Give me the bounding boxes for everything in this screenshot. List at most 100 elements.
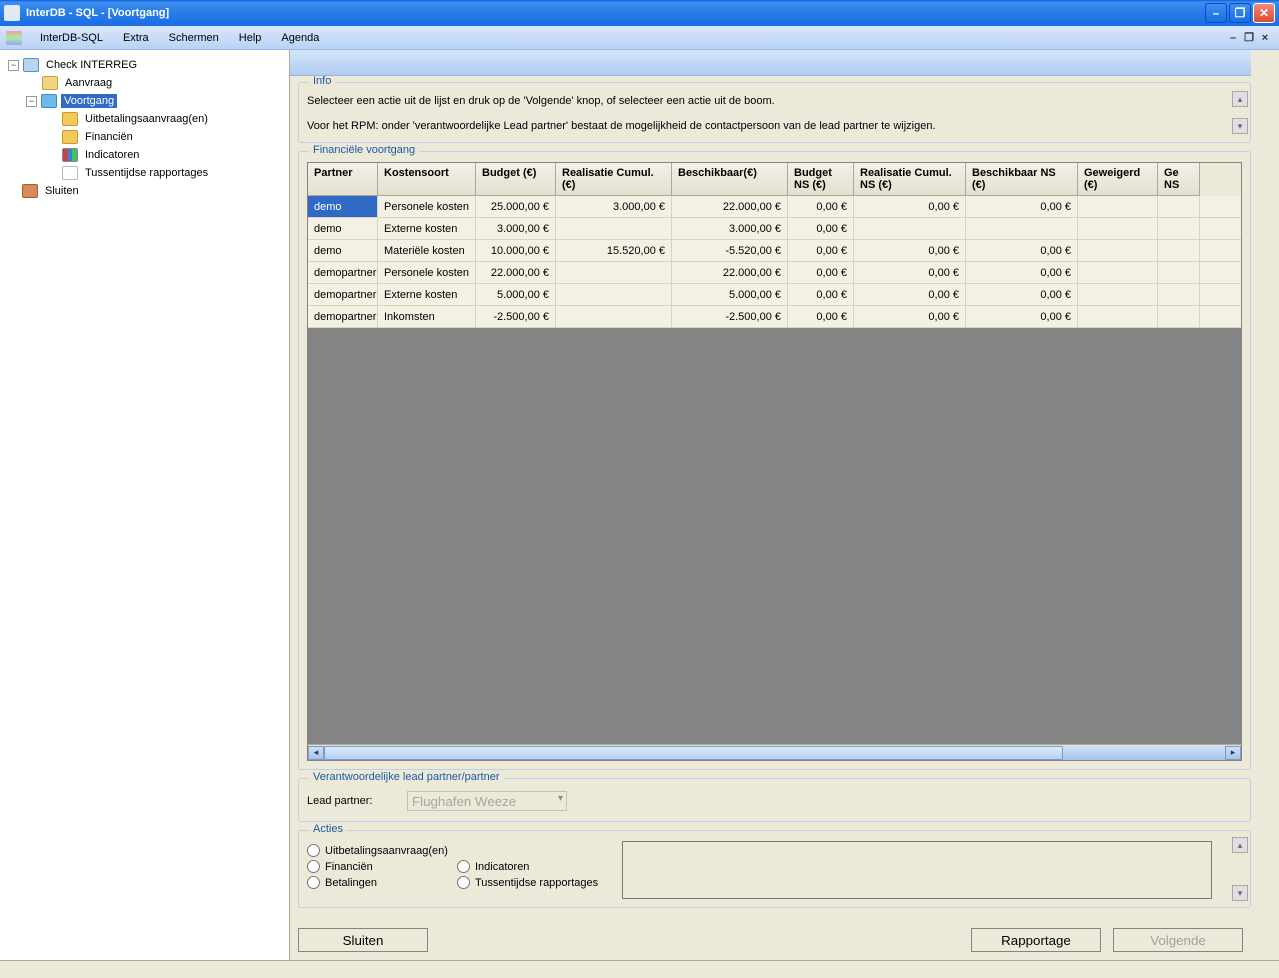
table-cell[interactable]	[1158, 240, 1200, 261]
menu-interdbsql[interactable]: InterDB-SQL	[30, 29, 113, 47]
table-cell[interactable]	[1078, 240, 1158, 261]
tree-node-uitbetaling[interactable]: Uitbetalingsaanvraag(en)	[4, 110, 285, 128]
table-cell[interactable]: demopartner	[308, 262, 378, 283]
tree-node-financien[interactable]: Financiën	[4, 128, 285, 146]
table-cell[interactable]	[556, 262, 672, 283]
scroll-up-icon[interactable]: ▴	[1232, 91, 1248, 107]
table-cell[interactable]: 0,00 €	[788, 262, 854, 283]
table-cell[interactable]: -5.520,00 €	[672, 240, 788, 261]
table-row[interactable]: demopartnerExterne kosten5.000,00 €5.000…	[308, 284, 1241, 306]
table-cell[interactable]: 22.000,00 €	[672, 196, 788, 217]
table-cell[interactable]: 0,00 €	[966, 196, 1078, 217]
table-cell[interactable]	[556, 218, 672, 239]
menu-help[interactable]: Help	[229, 29, 272, 47]
radio-input[interactable]	[307, 876, 320, 889]
scroll-up-icon[interactable]: ▴	[1232, 837, 1248, 853]
col-budget[interactable]: Budget (€)	[476, 163, 556, 196]
tree-node-rapportages[interactable]: Tussentijdse rapportages	[4, 164, 285, 182]
table-cell[interactable]	[1158, 306, 1200, 327]
radio-uitbetaling[interactable]: Uitbetalingsaanvraag(en)	[307, 844, 457, 857]
scroll-thumb[interactable]	[324, 746, 1063, 760]
table-cell[interactable]	[1158, 262, 1200, 283]
table-cell[interactable]	[1078, 196, 1158, 217]
tree-node-indicatoren[interactable]: Indicatoren	[4, 146, 285, 164]
table-cell[interactable]: 0,00 €	[854, 306, 966, 327]
sluiten-button[interactable]: Sluiten	[298, 928, 428, 952]
table-cell[interactable]	[1078, 284, 1158, 305]
table-cell[interactable]: 0,00 €	[966, 262, 1078, 283]
table-cell[interactable]: 0,00 €	[966, 284, 1078, 305]
table-cell[interactable]	[556, 284, 672, 305]
table-row[interactable]: demopartnerPersonele kosten22.000,00 €22…	[308, 262, 1241, 284]
grid-hscrollbar[interactable]: ◂ ▸	[308, 744, 1241, 760]
table-cell[interactable]: 0,00 €	[854, 284, 966, 305]
table-cell[interactable]: -2.500,00 €	[672, 306, 788, 327]
table-cell[interactable]: 0,00 €	[854, 196, 966, 217]
table-cell[interactable]	[854, 218, 966, 239]
radio-financien[interactable]: Financiën	[307, 860, 457, 873]
table-cell[interactable]: 0,00 €	[966, 306, 1078, 327]
table-cell[interactable]	[556, 306, 672, 327]
col-overflow[interactable]: Ge NS	[1158, 163, 1200, 196]
table-cell[interactable]: Materiële kosten	[378, 240, 476, 261]
table-cell[interactable]	[1158, 218, 1200, 239]
scroll-track[interactable]	[324, 746, 1225, 760]
window-minimize-button[interactable]: –	[1205, 3, 1227, 23]
tree-node-root[interactable]: − Check INTERREG	[4, 56, 285, 74]
table-row[interactable]: demoPersonele kosten25.000,00 €3.000,00 …	[308, 196, 1241, 218]
window-maximize-button[interactable]: ❐	[1229, 3, 1251, 23]
table-cell[interactable]: demopartner	[308, 284, 378, 305]
table-cell[interactable]: 5.000,00 €	[476, 284, 556, 305]
table-cell[interactable]: 0,00 €	[854, 240, 966, 261]
table-cell[interactable]: demo	[308, 196, 378, 217]
col-partner[interactable]: Partner	[308, 163, 378, 196]
table-cell[interactable]: 3.000,00 €	[672, 218, 788, 239]
scroll-left-icon[interactable]: ◂	[308, 746, 324, 760]
col-geweigerd[interactable]: Geweigerd (€)	[1078, 163, 1158, 196]
expander-icon[interactable]: −	[8, 60, 19, 71]
table-cell[interactable]: 0,00 €	[788, 196, 854, 217]
col-kostensoort[interactable]: Kostensoort	[378, 163, 476, 196]
table-cell[interactable]: 22.000,00 €	[476, 262, 556, 283]
table-cell[interactable]: Inkomsten	[378, 306, 476, 327]
table-cell[interactable]: 0,00 €	[788, 218, 854, 239]
col-realisatie-cumul-ns[interactable]: Realisatie Cumul. NS (€)	[854, 163, 966, 196]
table-cell[interactable]: demo	[308, 240, 378, 261]
col-realisatie-cumul[interactable]: Realisatie Cumul. (€)	[556, 163, 672, 196]
mdi-minimize[interactable]: –	[1225, 32, 1241, 44]
menu-agenda[interactable]: Agenda	[271, 29, 329, 47]
table-cell[interactable]: 15.520,00 €	[556, 240, 672, 261]
radio-input[interactable]	[457, 860, 470, 873]
info-scrollbar[interactable]: ▴ ▾	[1232, 91, 1248, 134]
table-cell[interactable]	[966, 218, 1078, 239]
table-cell[interactable]: 0,00 €	[788, 306, 854, 327]
table-cell[interactable]	[1078, 262, 1158, 283]
table-cell[interactable]: Personele kosten	[378, 262, 476, 283]
table-cell[interactable]: 3.000,00 €	[556, 196, 672, 217]
table-cell[interactable]	[1158, 196, 1200, 217]
col-beschikbaar[interactable]: Beschikbaar(€)	[672, 163, 788, 196]
scroll-right-icon[interactable]: ▸	[1225, 746, 1241, 760]
radio-input[interactable]	[307, 844, 320, 857]
col-beschikbaar-ns[interactable]: Beschikbaar NS (€)	[966, 163, 1078, 196]
table-cell[interactable]: 22.000,00 €	[672, 262, 788, 283]
table-row[interactable]: demoMateriële kosten10.000,00 €15.520,00…	[308, 240, 1241, 262]
scroll-down-icon[interactable]: ▾	[1232, 118, 1248, 134]
table-cell[interactable]: 3.000,00 €	[476, 218, 556, 239]
table-cell[interactable]: 0,00 €	[788, 284, 854, 305]
table-cell[interactable]: 0,00 €	[788, 240, 854, 261]
table-cell[interactable]: -2.500,00 €	[476, 306, 556, 327]
table-cell[interactable]: 25.000,00 €	[476, 196, 556, 217]
rapportage-button[interactable]: Rapportage	[971, 928, 1101, 952]
scroll-down-icon[interactable]: ▾	[1232, 885, 1248, 901]
navigation-tree[interactable]: − Check INTERREG Aanvraag − Voortgang Ui…	[0, 50, 290, 960]
col-budget-ns[interactable]: Budget NS (€)	[788, 163, 854, 196]
table-cell[interactable]: Personele kosten	[378, 196, 476, 217]
table-row[interactable]: demoExterne kosten3.000,00 €3.000,00 €0,…	[308, 218, 1241, 240]
expander-icon[interactable]: −	[26, 96, 37, 107]
mdi-restore[interactable]: ❐	[1241, 31, 1257, 44]
table-cell[interactable]: Externe kosten	[378, 284, 476, 305]
data-grid[interactable]: Partner Kostensoort Budget (€) Realisati…	[307, 162, 1242, 761]
table-cell[interactable]	[1078, 306, 1158, 327]
radio-input[interactable]	[457, 876, 470, 889]
